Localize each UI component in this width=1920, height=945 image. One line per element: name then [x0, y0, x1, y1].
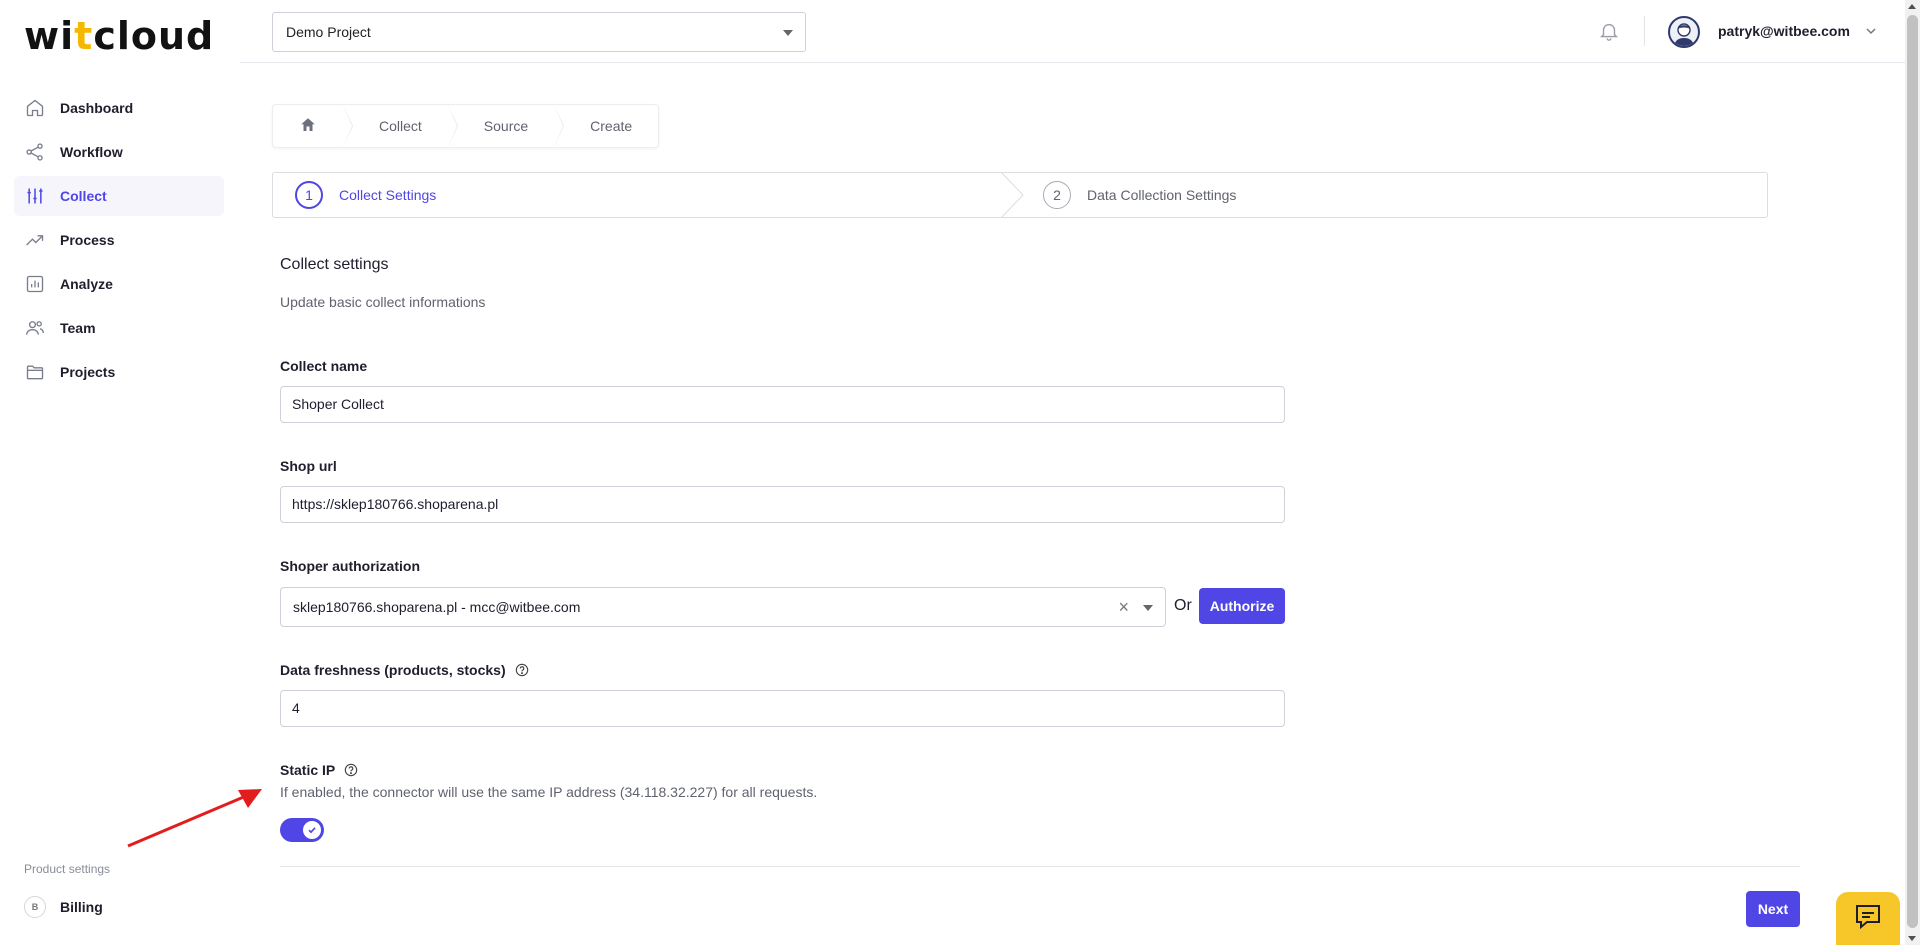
sidebar-item-label: Collect [60, 188, 107, 204]
breadcrumb-source[interactable]: Source [448, 105, 565, 147]
help-circle-icon[interactable] [344, 763, 358, 777]
sidebar-item-label: Workflow [60, 144, 123, 160]
step-separator [1001, 172, 1024, 218]
avatar[interactable] [1668, 16, 1700, 48]
logo-text-start: wi [24, 14, 75, 58]
sidebar-item-label: Dashboard [60, 100, 134, 116]
toggle-knob [303, 821, 321, 839]
sidebar-item-projects[interactable]: Projects [14, 352, 224, 392]
sidebar-item-label: Process [60, 232, 115, 248]
help-circle-icon[interactable] [515, 663, 529, 677]
breadcrumb-collect[interactable]: Collect [343, 105, 458, 147]
bar-chart-icon [24, 273, 46, 295]
sidebar-item-workflow[interactable]: Workflow [14, 132, 224, 172]
static-ip-description: If enabled, the connector will use the s… [280, 784, 818, 800]
sidebar-item-team[interactable]: Team [14, 308, 224, 348]
sidebar-item-billing[interactable]: B Billing [24, 896, 103, 918]
topbar-divider [1644, 16, 1645, 46]
breadcrumb-create: Create [590, 118, 633, 134]
share-icon [24, 141, 46, 163]
caret-down-icon [783, 30, 793, 36]
trending-up-icon [24, 229, 46, 251]
red-annotation-arrow [127, 789, 262, 848]
step-label: Data Collection Settings [1087, 187, 1237, 203]
shoper-authorization-select[interactable]: sklep180766.shoparena.pl - mcc@witbee.co… [280, 587, 1166, 627]
scroll-down-arrow-icon[interactable] [1908, 936, 1916, 941]
authorization-select-value: sklep180766.shoparena.pl - mcc@witbee.co… [293, 599, 581, 615]
sliders-icon [24, 185, 46, 207]
sidebar-item-collect[interactable]: Collect [14, 176, 224, 216]
sidebar-item-process[interactable]: Process [14, 220, 224, 260]
project-select[interactable]: Demo Project [272, 12, 806, 52]
sidebar-item-label: Team [60, 320, 96, 336]
section-subtitle: Update basic collect informations [280, 294, 486, 310]
label-text: Collect name [280, 358, 368, 374]
sidebar-item-label: Projects [60, 364, 116, 380]
shop-url-input[interactable]: https://sklep180766.shoparena.pl [280, 486, 1285, 523]
billing-badge: B [24, 896, 46, 918]
chat-icon [1853, 902, 1883, 935]
check-icon [308, 827, 316, 834]
clear-icon[interactable]: × [1118, 588, 1129, 626]
static-ip-toggle[interactable] [280, 818, 324, 842]
form-divider [280, 866, 1800, 867]
main-nav: Dashboard Workflow Collect Process Analy… [14, 88, 224, 396]
chat-widget-button[interactable] [1836, 892, 1900, 945]
logo-text-accent: t [74, 14, 94, 58]
top-bar: Demo Project patryk@witbee.com [240, 0, 1905, 63]
user-email[interactable]: patryk@witbee.com [1718, 23, 1850, 39]
home-icon [299, 116, 317, 137]
step-collect-settings[interactable]: 1 Collect Settings [295, 173, 436, 217]
sidebar-item-label: Billing [60, 899, 103, 915]
label-text: Static IP [280, 762, 336, 778]
authorize-button[interactable]: Authorize [1199, 588, 1285, 624]
step-number: 2 [1043, 181, 1071, 209]
collect-name-input[interactable]: Shoper Collect [280, 386, 1285, 423]
step-number: 1 [295, 181, 323, 209]
caret-down-icon[interactable] [1143, 605, 1153, 611]
label-text: Shoper authorization [280, 558, 420, 574]
step-data-collection-settings[interactable]: 2 Data Collection Settings [1043, 173, 1236, 217]
shoper-authorization-label: Shoper authorization [280, 558, 420, 574]
label-text: Data freshness (products, stocks) [280, 662, 506, 678]
project-select-value: Demo Project [286, 24, 371, 40]
home-icon [24, 97, 46, 119]
next-button[interactable]: Next [1746, 891, 1800, 927]
witcloud-logo[interactable]: witcloud [24, 14, 214, 58]
users-icon [24, 317, 46, 339]
sidebar-item-dashboard[interactable]: Dashboard [14, 88, 224, 128]
collect-name-label: Collect name [280, 358, 367, 374]
section-title: Collect settings [280, 256, 389, 273]
folder-icon [24, 361, 46, 383]
shop-url-label: Shop url [280, 458, 337, 474]
scrollbar-thumb[interactable] [1907, 15, 1918, 928]
step-label: Collect Settings [339, 187, 437, 203]
sidebar-item-analyze[interactable]: Analyze [14, 264, 224, 304]
label-text: Shop url [280, 458, 337, 474]
static-ip-label: Static IP [280, 762, 358, 778]
page-scrollbar[interactable] [1905, 0, 1920, 945]
breadcrumb: Collect Source Create [272, 104, 660, 148]
logo-text-end: cloud [93, 14, 215, 58]
data-freshness-label: Data freshness (products, stocks) [280, 662, 529, 678]
sidebar-item-label: Analyze [60, 276, 113, 292]
bell-icon[interactable] [1598, 20, 1622, 44]
wizard-steps: 1 Collect Settings 2 Data Collection Set… [272, 172, 1768, 218]
data-freshness-input[interactable]: 4 [280, 690, 1285, 727]
or-text: Or [1174, 597, 1192, 614]
chevron-down-icon[interactable] [1864, 24, 1878, 38]
product-settings-heading: Product settings [24, 862, 111, 876]
breadcrumb-home[interactable] [273, 105, 353, 147]
scroll-up-arrow-icon[interactable] [1908, 4, 1916, 9]
